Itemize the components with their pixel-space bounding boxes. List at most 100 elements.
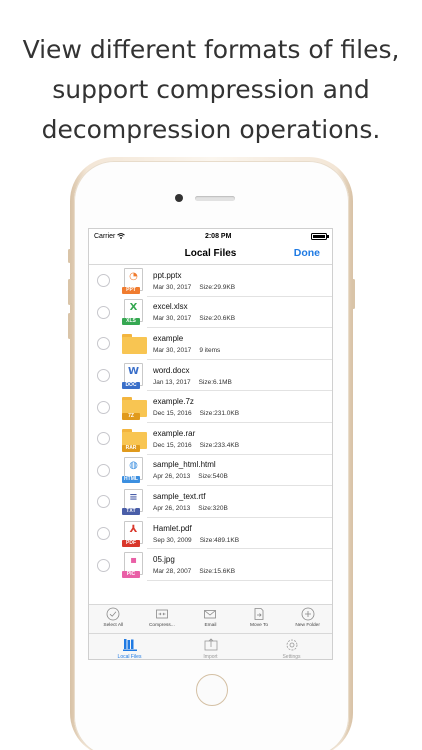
done-button[interactable]: Done	[294, 247, 320, 259]
file-type-badge: DOC	[122, 381, 140, 389]
selection-radio[interactable]	[97, 305, 110, 319]
file-date: Dec 15, 2016	[153, 410, 192, 418]
file-row[interactable]: ◔ PPT ppt.pptx Mar 30, 2017 Size:29.9KB	[89, 265, 332, 297]
file-date: Apr 26, 2013	[153, 473, 191, 481]
selection-radio[interactable]	[97, 432, 110, 446]
home-button[interactable]	[196, 674, 228, 706]
selection-radio[interactable]	[97, 463, 110, 477]
selection-radio[interactable]	[97, 400, 110, 414]
select-all-label: Select All	[103, 623, 124, 628]
battery-icon	[310, 232, 329, 240]
file-row[interactable]: ⅄ PDF Hamlet.pdf Sep 30, 2009 Size:489.1KB	[89, 518, 332, 550]
new-folder-label: New Folder	[295, 623, 320, 628]
selection-radio[interactable]	[97, 527, 110, 541]
tab-import-label: Import	[203, 654, 218, 660]
move-to-button[interactable]: Move To	[235, 607, 283, 628]
image-file-icon: ▪ PIC	[122, 552, 147, 579]
file-name: ppt.pptx	[153, 270, 182, 280]
file-size: Size:231.0KB	[199, 410, 240, 418]
import-icon	[204, 638, 217, 651]
tab-local-files[interactable]: Local Files	[100, 637, 160, 660]
file-size: Size:20.6KB	[199, 315, 236, 323]
file-size: Size:6.1MB	[198, 378, 232, 386]
email-label: Email	[204, 623, 217, 628]
file-date: Mar 30, 2017	[153, 283, 192, 291]
file-date: Jan 13, 2017	[153, 378, 191, 386]
email-button[interactable]: Email	[186, 607, 234, 628]
select-all-button[interactable]: Select All	[89, 607, 137, 628]
file-name: sample_text.rtf	[153, 491, 206, 501]
excel-file-icon: X XLS	[122, 299, 147, 326]
check-circle-icon	[106, 607, 120, 621]
pdf-file-icon: ⅄ PDF	[122, 520, 147, 547]
front-camera	[175, 194, 183, 202]
7z-archive-icon: 7Z	[122, 394, 147, 421]
move-file-icon	[254, 608, 264, 620]
volume-down-button	[68, 313, 71, 339]
tab-bar: Local Files Import Settings	[89, 633, 332, 660]
file-type-badge: 7Z	[122, 413, 140, 421]
plus-circle-icon	[301, 607, 315, 621]
file-row[interactable]: RAR example.rar Dec 15, 2016 Size:233.4KB	[89, 423, 332, 455]
file-date: Mar 28, 2007	[153, 568, 192, 576]
ppt-file-icon: ◔ PPT	[122, 267, 147, 294]
file-name: 05.jpg	[153, 555, 175, 565]
selection-radio[interactable]	[97, 495, 110, 509]
mute-switch	[68, 249, 71, 263]
folder-icon	[122, 331, 147, 357]
headline: View different formats of files, support…	[0, 30, 422, 150]
file-size: 9 items	[199, 346, 221, 354]
status-bar: Carrier 2:08 PM	[89, 229, 332, 243]
file-size: Size:15.6KB	[199, 568, 236, 576]
file-name: example.rar	[153, 428, 196, 438]
selection-radio[interactable]	[97, 274, 110, 288]
file-row[interactable]: W DOC word.docx Jan 13, 2017 Size:6.1MB	[89, 360, 332, 392]
file-name: example	[153, 333, 184, 343]
file-date: Mar 30, 2017	[153, 315, 192, 323]
tab-settings[interactable]: Settings	[262, 637, 322, 660]
file-type-badge: RAR	[122, 444, 140, 452]
file-row[interactable]: X XLS excel.xlsx Mar 30, 2017 Size:20.6KB	[89, 297, 332, 329]
gear-icon	[286, 639, 297, 651]
file-date: Apr 26, 2013	[153, 504, 191, 512]
selection-radio[interactable]	[97, 337, 110, 351]
file-name: excel.xlsx	[153, 302, 188, 312]
file-type-badge: PDF	[122, 539, 140, 547]
file-size: Size:320B	[198, 504, 228, 512]
text-file-icon: ≡ TXT	[122, 488, 147, 515]
file-list: ◔ PPT ppt.pptx Mar 30, 2017 Size:29.9KB X XLS e…	[89, 265, 332, 582]
carrier-label: Carrier	[94, 232, 116, 240]
file-name: example.7z	[153, 397, 194, 407]
file-name: word.docx	[153, 365, 190, 375]
navigation-bar: Local Files Done	[89, 243, 332, 265]
selection-radio[interactable]	[97, 558, 110, 572]
tab-settings-label: Settings	[282, 654, 301, 660]
earpiece-speaker	[195, 196, 235, 201]
file-row[interactable]: ▪ PIC 05.jpg Mar 28, 2007 Size:15.6KB	[89, 549, 332, 581]
new-folder-button[interactable]: New Folder	[284, 607, 332, 628]
selection-radio[interactable]	[97, 369, 110, 383]
file-size: Size:489.1KB	[199, 536, 240, 544]
compress-icon	[155, 609, 168, 619]
tab-local-files-label: Local Files	[117, 654, 142, 660]
file-type-badge: PIC	[122, 571, 140, 579]
local-files-icon	[122, 639, 137, 651]
status-time: 2:08 PM	[204, 232, 232, 240]
file-type-badge: PPT	[122, 286, 140, 294]
wifi-icon	[117, 233, 126, 239]
file-name: Hamlet.pdf	[153, 523, 192, 533]
file-size: Size:540B	[198, 473, 228, 481]
file-row[interactable]: 7Z example.7z Dec 15, 2016 Size:231.0KB	[89, 391, 332, 423]
volume-up-button	[68, 279, 71, 305]
file-date: Sep 30, 2009	[153, 536, 192, 544]
file-row[interactable]: example Mar 30, 2017 9 items	[89, 328, 332, 360]
tab-import[interactable]: Import	[181, 637, 241, 660]
headline-line-2: support compression and	[52, 75, 370, 104]
move-to-label: Move To	[250, 623, 269, 628]
compress-button[interactable]: Compress...	[138, 607, 186, 628]
file-row[interactable]: ◍ HTML sample_html.html Apr 26, 2013 Size:54…	[89, 455, 332, 487]
power-button	[352, 279, 355, 309]
file-size: Size:233.4KB	[199, 441, 240, 449]
html-file-icon: ◍ HTML	[122, 457, 147, 484]
file-row[interactable]: ≡ TXT sample_text.rtf Apr 26, 2013 Size:320B	[89, 486, 332, 518]
